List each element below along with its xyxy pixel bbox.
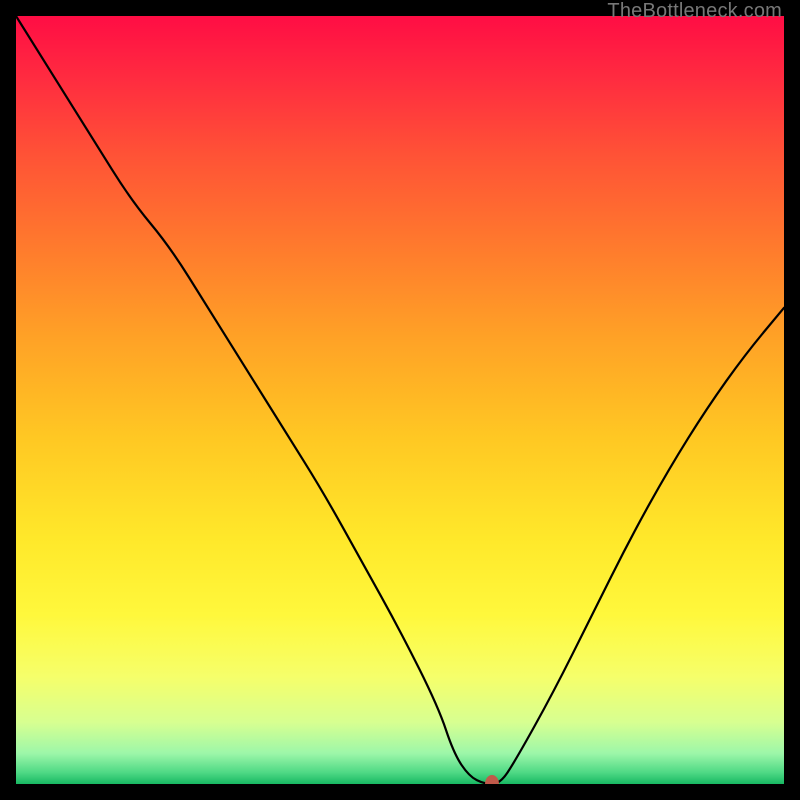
plot-area [16,16,784,784]
bottleneck-curve [16,16,784,784]
watermark-text: TheBottleneck.com [607,0,782,23]
chart-container: TheBottleneck.com [0,0,800,800]
